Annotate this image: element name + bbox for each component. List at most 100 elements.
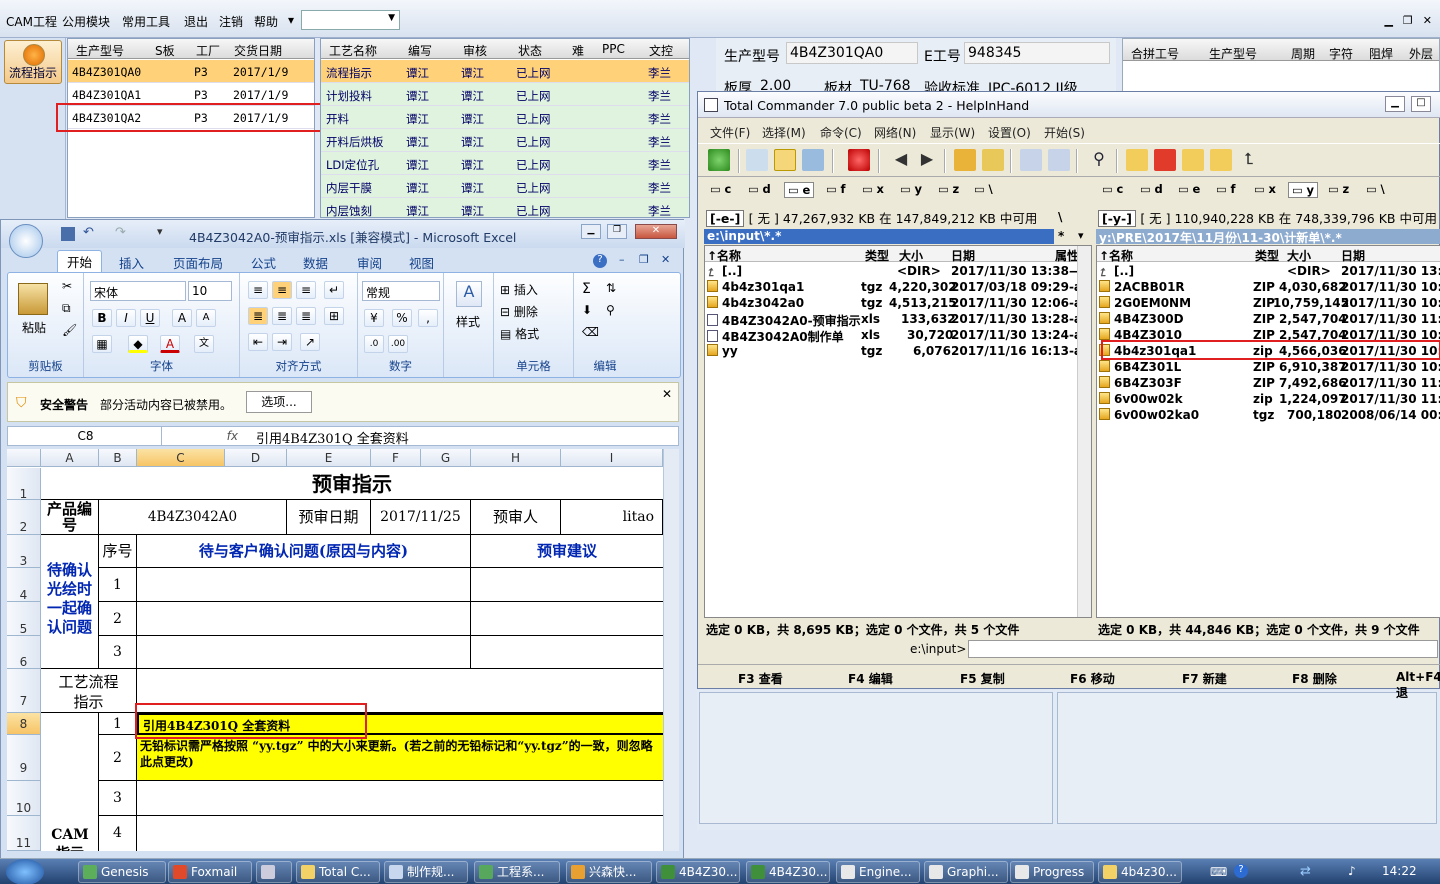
taskbar-engine[interactable]: Engine... [836, 861, 920, 883]
redo-icon[interactable]: ↷ [115, 225, 126, 240]
taskbar-graphic[interactable]: Graphi... [924, 861, 1008, 883]
menu-tools[interactable]: 常用工具 [122, 13, 170, 30]
cell-person-value[interactable]: litao [561, 500, 663, 535]
file-row[interactable]: 4b4z301qa1 tgz 4,220,302 2017/03/18 09:29-a… [705, 279, 1091, 295]
row-header-2[interactable]: 2 [7, 500, 41, 535]
cell-step-3-text[interactable] [137, 781, 663, 816]
cell-cam-label[interactable]: CAM指示 [45, 827, 95, 851]
cell-seq-3[interactable]: 3 [99, 636, 137, 669]
row-header-1[interactable]: 1 [7, 468, 41, 501]
cell-process-label[interactable]: 工艺流程指示 [41, 669, 137, 713]
col-size[interactable]: 大小 [899, 247, 923, 264]
filter-star[interactable]: * [1058, 229, 1064, 243]
taskbar-progress[interactable]: Progress [1010, 861, 1094, 883]
cell-issue-2[interactable] [137, 602, 471, 636]
formula-input[interactable]: 引用4B4Z301Q 全套资料 [256, 428, 409, 447]
cell-advice-label[interactable]: 预审建议 [471, 535, 663, 568]
drive-f-left[interactable]: ▭ f [826, 182, 846, 196]
file-row[interactable]: ⮤ [..] <DIR> 2017/11/30 13:2 [1097, 263, 1440, 279]
drive-e-left[interactable]: ▭ e [784, 182, 815, 198]
close-icon[interactable]: ✕ [635, 224, 677, 239]
taskbar-engineering[interactable]: 工程系... [474, 861, 560, 883]
col-header-e[interactable]: E [287, 449, 371, 467]
cell-person-label[interactable]: 预审人 [471, 500, 561, 535]
table-row[interactable]: 内层干膜 谭江 谭江 已上网 李兰 [321, 175, 689, 198]
refresh-icon[interactable] [708, 149, 730, 171]
taskbar-app[interactable] [256, 861, 292, 883]
folder-icon[interactable] [1182, 149, 1204, 171]
fill-color-icon[interactable]: ◆ [128, 335, 148, 353]
col-header-i[interactable]: I [561, 449, 663, 467]
url-icon[interactable] [1048, 149, 1070, 171]
col-header-h[interactable]: H [471, 449, 561, 467]
undo-icon[interactable]: ↶ [83, 225, 94, 240]
cell-issue-label[interactable]: 待与客户确认问题(原因与内容) [137, 535, 471, 568]
menu-view[interactable]: 显示(W) [930, 124, 975, 141]
file-row[interactable]: 4B4Z3042A0-预审指示 xls 133,632 2017/11/30 13:2… [705, 311, 1091, 328]
grow-font-button[interactable]: A [172, 309, 192, 327]
restore-icon[interactable]: ❐ [639, 253, 649, 266]
col-merge-no[interactable]: 合拼工号 [1131, 45, 1179, 62]
bold-button[interactable]: B [92, 309, 112, 327]
cell-step-1[interactable]: 1 [99, 713, 137, 735]
format-cells-button[interactable]: ▤ 格式 [500, 325, 539, 342]
model-field[interactable]: 4B4Z301QA0 [786, 42, 918, 64]
taskbar-excel-1[interactable]: 4B4Z30... [656, 861, 740, 883]
align-bottom-icon[interactable]: ≡ [296, 281, 316, 299]
menu-exit[interactable]: 退出 [184, 13, 208, 30]
menu-command[interactable]: 命令(C) [820, 124, 862, 141]
unpack-icon[interactable] [982, 149, 1004, 171]
sheet-title[interactable]: 预审指示 [41, 468, 663, 500]
table-row[interactable]: 流程指示 谭江 谭江 已上网 李兰 [321, 60, 689, 83]
file-row[interactable]: 2G0EM0NM ZIP 10,759,145 2017/11/30 10:0 [1097, 295, 1440, 311]
file-row[interactable]: 4B4Z3042A0制作单 xls 30,720 2017/11/30 13:24-a… [705, 327, 1091, 344]
cell-advice-3[interactable] [471, 636, 663, 669]
col-legend[interactable]: 字符 [1329, 45, 1353, 62]
binoculars-icon[interactable]: ⚲ [1088, 149, 1110, 171]
insert-cells-button[interactable]: ⊞ 插入 [500, 281, 538, 298]
menu-help[interactable]: 帮助 [254, 13, 278, 30]
drive-d-right[interactable]: ▭ d [1140, 182, 1163, 196]
file-row[interactable]: 6B4Z303F ZIP 7,492,686 2017/11/30 11:4 [1097, 375, 1440, 391]
font-color-icon[interactable]: A [160, 335, 180, 353]
col-date[interactable]: 日期 [951, 247, 975, 264]
col-s-board[interactable]: S板 [155, 42, 175, 59]
f6-move-button[interactable]: F6 移动 [1070, 670, 1115, 687]
orientation-icon[interactable]: ↗ [300, 333, 320, 351]
file-row[interactable]: ⮤ [..] <DIR> 2017/11/30 13:38— [705, 263, 1091, 279]
fill-icon[interactable]: ⬇ [582, 303, 592, 317]
network-icon[interactable]: ⇄ [1300, 864, 1311, 879]
minimize-icon[interactable]: ▁ [1385, 96, 1405, 112]
col-type[interactable]: 类型 [865, 247, 889, 264]
cam-combo[interactable]: ▼ [301, 10, 400, 30]
menu-settings[interactable]: 设置(O) [988, 124, 1031, 141]
find-icon[interactable]: ⚲ [606, 303, 615, 317]
help-icon[interactable]: ? [593, 254, 607, 268]
col-header-b[interactable]: B [99, 449, 137, 467]
col-name[interactable]: ↑名称 [1099, 247, 1133, 264]
col-date[interactable]: 日期 [1341, 247, 1365, 264]
col-outer[interactable]: 外层 [1409, 45, 1433, 62]
restore-icon[interactable]: ❐ [1403, 14, 1413, 32]
minimize-icon[interactable]: ▁ [581, 224, 601, 239]
fx-button[interactable]: fx [168, 427, 238, 445]
start-orb-icon[interactable] [6, 859, 44, 884]
close-icon[interactable]: ✕ [662, 387, 672, 401]
folder-icon[interactable] [1126, 149, 1148, 171]
forward-arrow-icon[interactable]: ▶ [916, 149, 938, 171]
cell-advice-1[interactable] [471, 568, 663, 602]
cell-product-label[interactable]: 产品编号 [41, 500, 99, 535]
worksheet-grid[interactable]: A B C D E F G H I 1 2 3 4 5 6 7 8 9 10 1… [7, 449, 679, 851]
tab-insert[interactable]: 插入 [119, 253, 144, 272]
menu-select[interactable]: 选择(M) [762, 124, 806, 141]
file-row[interactable]: yy tgz 6,076 2017/11/16 16:13-a– [705, 343, 1091, 359]
col-type[interactable]: 类型 [1255, 247, 1279, 264]
menu-cam-project[interactable]: CAM工程 [6, 13, 57, 30]
drive-e-right[interactable]: ▭ e [1178, 182, 1200, 196]
brief-view-icon[interactable] [746, 149, 768, 171]
f3-view-button[interactable]: F3 查看 [738, 670, 783, 687]
drive-x-left[interactable]: ▭ x [862, 182, 884, 196]
font-name-select[interactable]: 宋体 [90, 281, 186, 301]
table-row[interactable]: LDI定位孔 谭江 谭江 已上网 李兰 [321, 152, 689, 175]
qat-customize-icon[interactable]: ▾ [157, 225, 163, 238]
